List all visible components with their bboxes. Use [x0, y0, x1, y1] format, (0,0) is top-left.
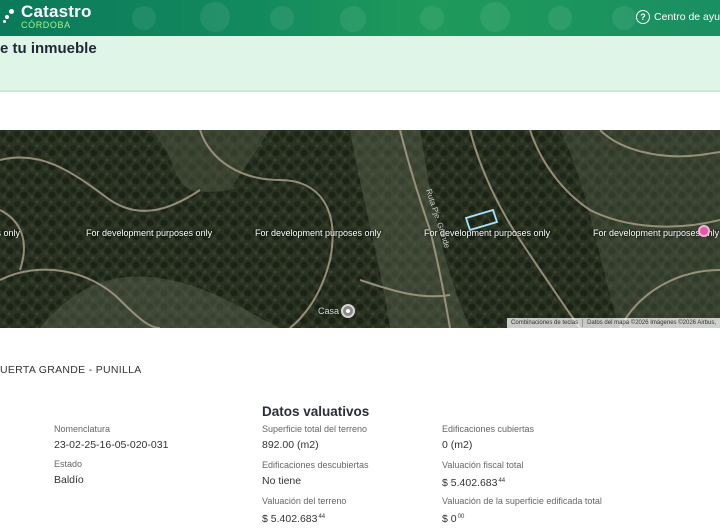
decor-dot — [612, 6, 636, 30]
map-attribution: Combinaciones de teclas Datos del mapa ©… — [507, 318, 720, 328]
field-label: Edificaciones cubiertas — [442, 424, 535, 434]
field-valuacion-edificada: Valuación de la superficie edificada tot… — [442, 495, 602, 526]
decor-dot — [200, 2, 230, 32]
page-title: e tu inmueble — [0, 40, 97, 57]
field-label: Edificaciones descubiertas — [262, 460, 369, 470]
field-value: $ 5.402.68344 — [262, 510, 346, 526]
logo-icon — [3, 9, 17, 23]
dev-watermark: rposes only — [0, 228, 21, 238]
field-valuacion-terreno: Valuación del terreno $ 5.402.68344 — [262, 495, 346, 526]
dev-watermark: For development purposes only — [424, 228, 551, 238]
amount: $ 5.402.683 — [442, 477, 498, 489]
app-header: Catastro CÓRDOBA ? Centro de ayu — [0, 0, 720, 36]
field-value: $ 5.402.68344 — [442, 474, 523, 490]
field-valuacion-fiscal: Valuación fiscal total $ 5.402.68344 — [442, 459, 523, 490]
field-superficie-total: Superficie total del terreno 892.00 (m2) — [262, 423, 367, 452]
field-label: Estado — [54, 459, 83, 469]
app-title: Catastro — [21, 2, 92, 21]
field-label: Valuación fiscal total — [442, 460, 524, 470]
field-value: 23-02-25-16-05-020-031 — [54, 439, 169, 451]
field-estado: Estado Baldío — [54, 458, 84, 487]
decor-dot — [132, 6, 156, 30]
map-poi-casa[interactable]: Casa — [318, 304, 356, 318]
help-center-link[interactable]: ? Centro de ayu — [636, 10, 720, 24]
field-value: No tiene — [262, 475, 302, 487]
poi-label: Casa — [318, 306, 340, 316]
decor-dot — [480, 2, 510, 32]
field-label: Valuación del terreno — [262, 496, 347, 506]
field-value: Baldío — [54, 474, 84, 486]
decor-dot — [420, 6, 444, 30]
help-icon: ? — [636, 10, 651, 24]
field-nomenclatura: Nomenclatura 23-02-25-16-05-020-031 — [54, 423, 168, 452]
satellite-map[interactable]: Ruta Pje. Grande rposes only For develop… — [0, 130, 720, 328]
dev-watermark: For development purposes only — [255, 228, 382, 238]
cents: 00 — [457, 514, 465, 520]
field-value: $ 000 — [442, 510, 602, 526]
field-label: Nomenclatura — [54, 424, 111, 434]
amount: $ 0 — [442, 513, 457, 525]
keyboard-shortcuts-link[interactable]: Combinaciones de teclas — [507, 320, 582, 326]
field-value: 0 (m2) — [442, 439, 473, 451]
field-edif-descubiertas: Edificaciones descubiertas No tiene — [262, 459, 369, 488]
field-value: 892.00 (m2) — [262, 439, 319, 451]
field-edif-cubiertas: Edificaciones cubiertas 0 (m2) — [442, 423, 534, 452]
decor-dot — [340, 6, 366, 32]
location-text: UERTA GRANDE - PUNILLA — [0, 364, 142, 376]
field-label: Superficie total del terreno — [262, 424, 368, 434]
section-title: Datos valuativos — [262, 404, 370, 419]
dev-watermark: For development purposes only — [86, 228, 213, 238]
help-label: Centro de ayu — [654, 11, 720, 23]
map-data-credits[interactable]: Datos del mapa ©2026 Imágenes ©2026 Airb… — [583, 320, 720, 326]
catastro-logo[interactable]: Catastro CÓRDOBA — [3, 3, 92, 30]
decor-dot — [548, 6, 572, 30]
app-subtitle: CÓRDOBA — [21, 20, 71, 30]
decor-dot — [270, 6, 294, 30]
poi-pin-icon — [341, 304, 356, 318]
field-label: Valuación de la superficie edificada tot… — [442, 496, 602, 506]
map-marker-icon[interactable] — [698, 225, 710, 237]
amount: $ 5.402.683 — [262, 513, 318, 525]
title-band: e tu inmueble — [0, 36, 720, 92]
cents: 44 — [498, 478, 506, 484]
cents: 44 — [318, 514, 326, 520]
